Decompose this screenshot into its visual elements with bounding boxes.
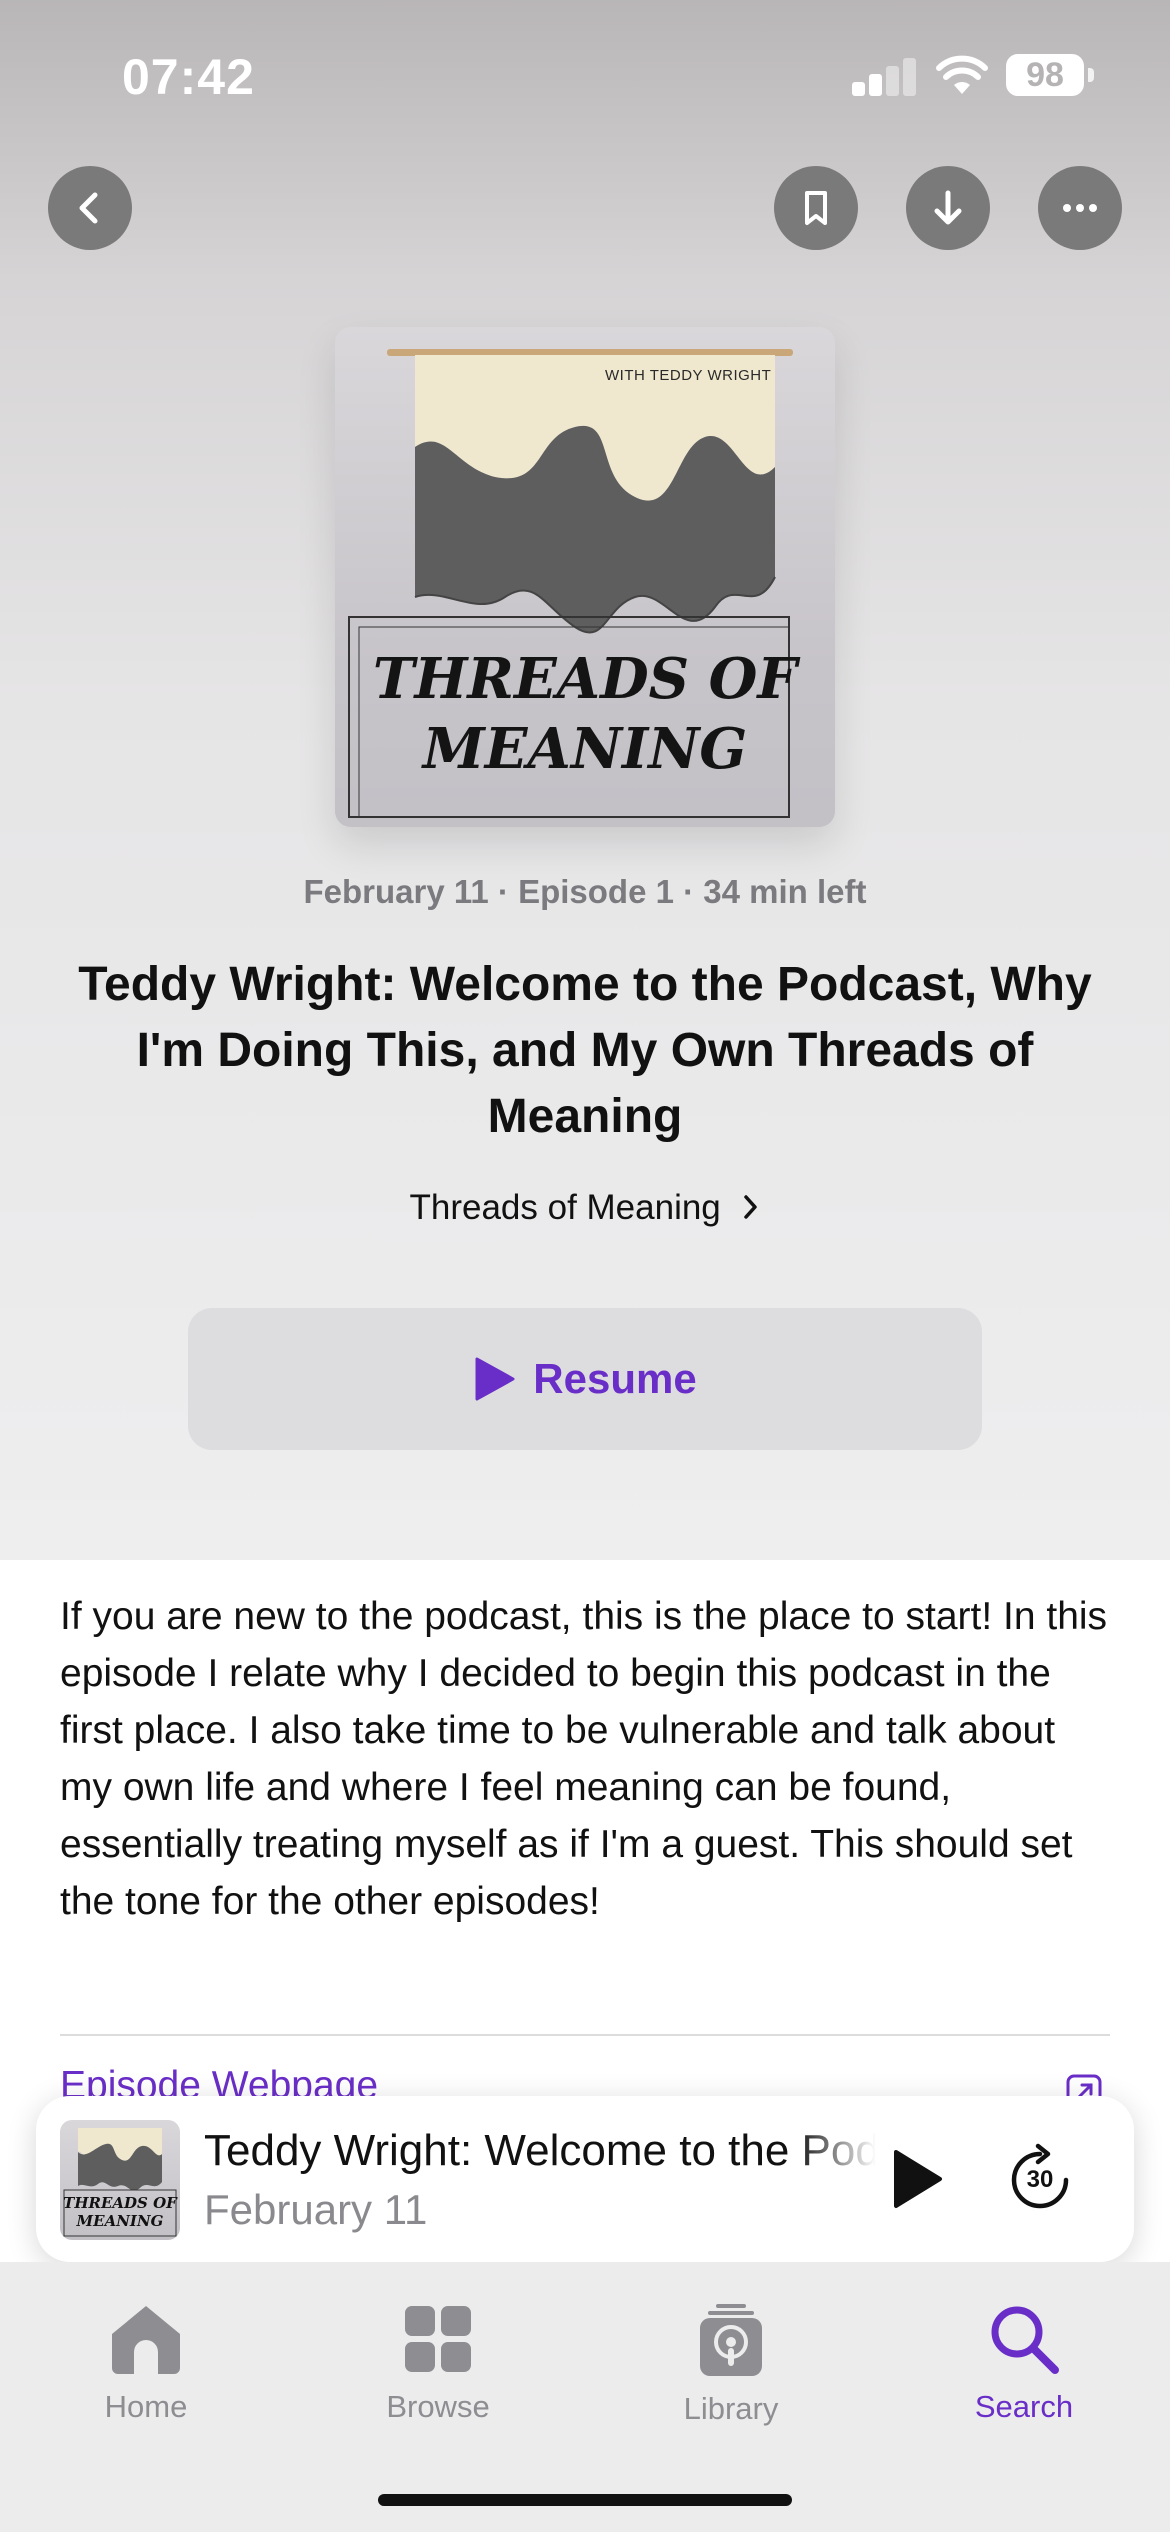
tab-search[interactable]: Search	[924, 2302, 1124, 2425]
back-button[interactable]	[48, 166, 132, 250]
status-time: 07:42	[122, 49, 255, 105]
play-button[interactable]	[886, 2146, 946, 2212]
magnifying-glass-icon	[991, 2306, 1059, 2374]
ellipsis-icon	[1063, 204, 1097, 212]
tab-search-label: Search	[974, 2389, 1074, 2424]
wifi-icon	[936, 55, 988, 94]
episode-meta: February 11 · Episode 1 · 34 min left	[303, 873, 867, 910]
divider	[60, 2034, 1110, 2036]
house-icon	[112, 2306, 180, 2374]
mini-player-title: Teddy Wright: Welcome to the Podcast, Wh…	[204, 2126, 876, 2175]
tab-library[interactable]: Library	[631, 2302, 831, 2427]
home-indicator[interactable]	[378, 2494, 792, 2506]
resume-button[interactable]: Resume	[188, 1308, 982, 1450]
bookmark-button[interactable]	[774, 166, 858, 250]
resume-label: Resume	[533, 1355, 697, 1402]
artwork-title-line2: MEANING	[422, 716, 748, 782]
artwork-title-line1: THREADS OF	[372, 646, 798, 712]
show-name: Threads of Meaning	[409, 1188, 721, 1227]
tab-library-label: Library	[683, 2391, 779, 2426]
tab-bar: Home Browse Library Search	[0, 2262, 1170, 2532]
battery-tip	[1088, 68, 1094, 82]
battery-indicator: 98	[1006, 54, 1084, 96]
podcast-stack-icon	[700, 2304, 762, 2376]
tab-home[interactable]: Home	[46, 2302, 246, 2425]
show-link[interactable]: Threads of Meaning	[0, 1188, 1170, 1228]
play-icon	[475, 1357, 515, 1401]
skip-seconds: 30	[1026, 2166, 1054, 2193]
podcast-artwork: WITH TEDDY WRIGHT THREADS OF MEANING	[335, 327, 835, 827]
cellular-signal-icon	[852, 58, 916, 96]
bookmark-icon	[805, 191, 827, 225]
chevron-left-icon	[79, 192, 98, 224]
tab-home-label: Home	[104, 2389, 188, 2424]
mini-art-line1: THREADS OF	[63, 2194, 177, 2212]
arrow-down-icon	[934, 190, 962, 225]
chevron-right-icon	[743, 1195, 757, 1219]
more-button[interactable]	[1038, 166, 1122, 250]
tab-browse[interactable]: Browse	[338, 2302, 538, 2425]
episode-description: If you are new to the podcast, this is t…	[60, 1595, 1108, 1923]
mini-player-artwork: THREADS OF MEANING	[60, 2120, 180, 2240]
mini-player-date: February 11	[204, 2186, 428, 2233]
grid-icon	[405, 2306, 471, 2372]
artwork-caption: WITH TEDDY WRIGHT	[605, 367, 772, 384]
download-button[interactable]	[906, 166, 990, 250]
skip-forward-button[interactable]: 30	[1008, 2142, 1072, 2212]
mini-player[interactable]: THREADS OF MEANING Teddy Wright: Welcome…	[36, 2096, 1134, 2262]
mini-art-line2: MEANING	[76, 2212, 164, 2230]
episode-title: Teddy Wright: Welcome to the Podcast, Wh…	[78, 958, 1092, 1143]
tab-browse-label: Browse	[386, 2389, 490, 2424]
